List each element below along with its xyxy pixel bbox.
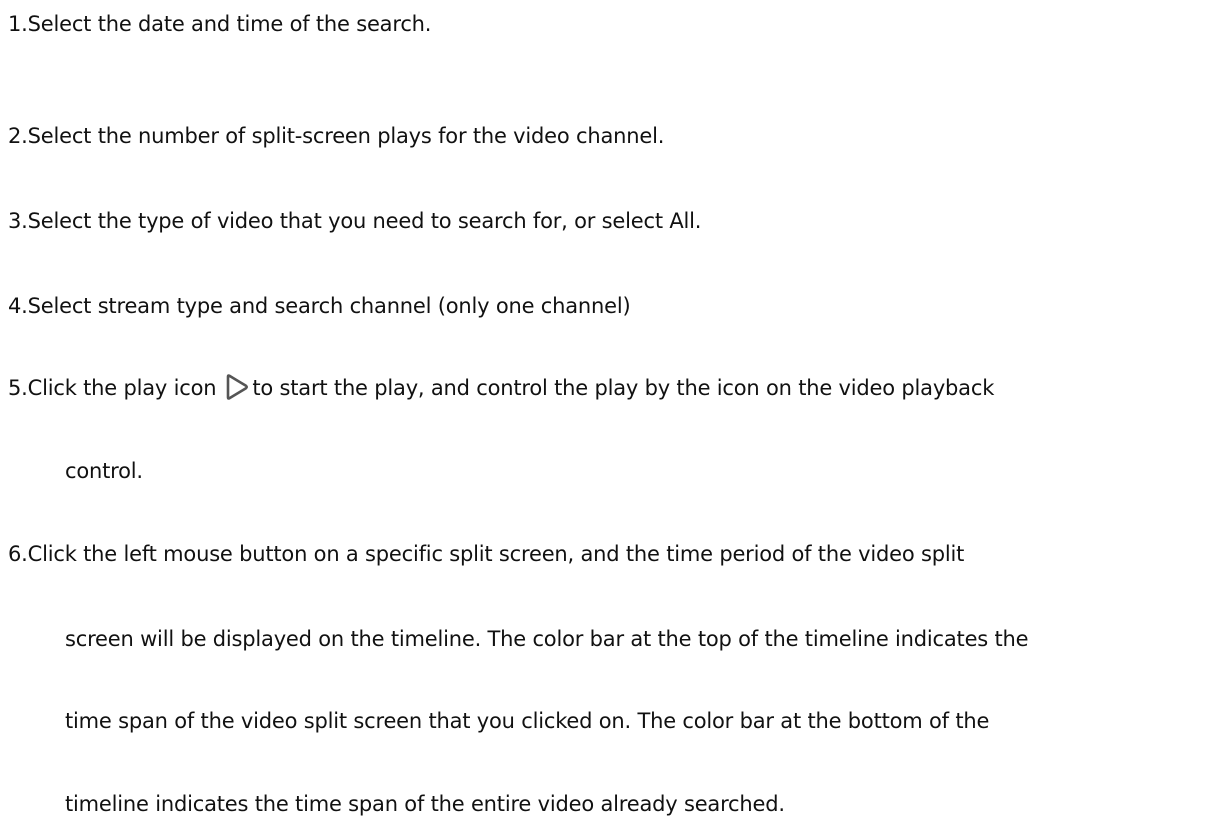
step-5-line: 5.Click the play icon to start the play, …	[8, 373, 994, 402]
step-4-text: 4.Select stream type and search channel …	[8, 294, 631, 318]
step-6-line-3: time span of the video split screen that…	[65, 709, 990, 733]
step-3-text: 3.Select the type of video that you need…	[8, 209, 702, 233]
step-5-text-before-icon: 5.Click the play icon	[8, 376, 217, 400]
step-6-line-1: 6.Click the left mouse button on a speci…	[8, 542, 965, 566]
instructions-document: 1.Select the date and time of the search…	[0, 0, 1227, 816]
step-5-text-after-icon: to start the play, and control the play …	[252, 376, 995, 400]
step-1-text: 1.Select the date and time of the search…	[8, 12, 432, 36]
step-6-line-2: screen will be displayed on the timeline…	[65, 627, 1029, 651]
step-6-line-4: timeline indicates the time span of the …	[65, 792, 785, 816]
play-icon	[224, 373, 250, 401]
step-5-continuation: control.	[65, 459, 143, 483]
step-2-text: 2.Select the number of split-screen play…	[8, 124, 665, 148]
